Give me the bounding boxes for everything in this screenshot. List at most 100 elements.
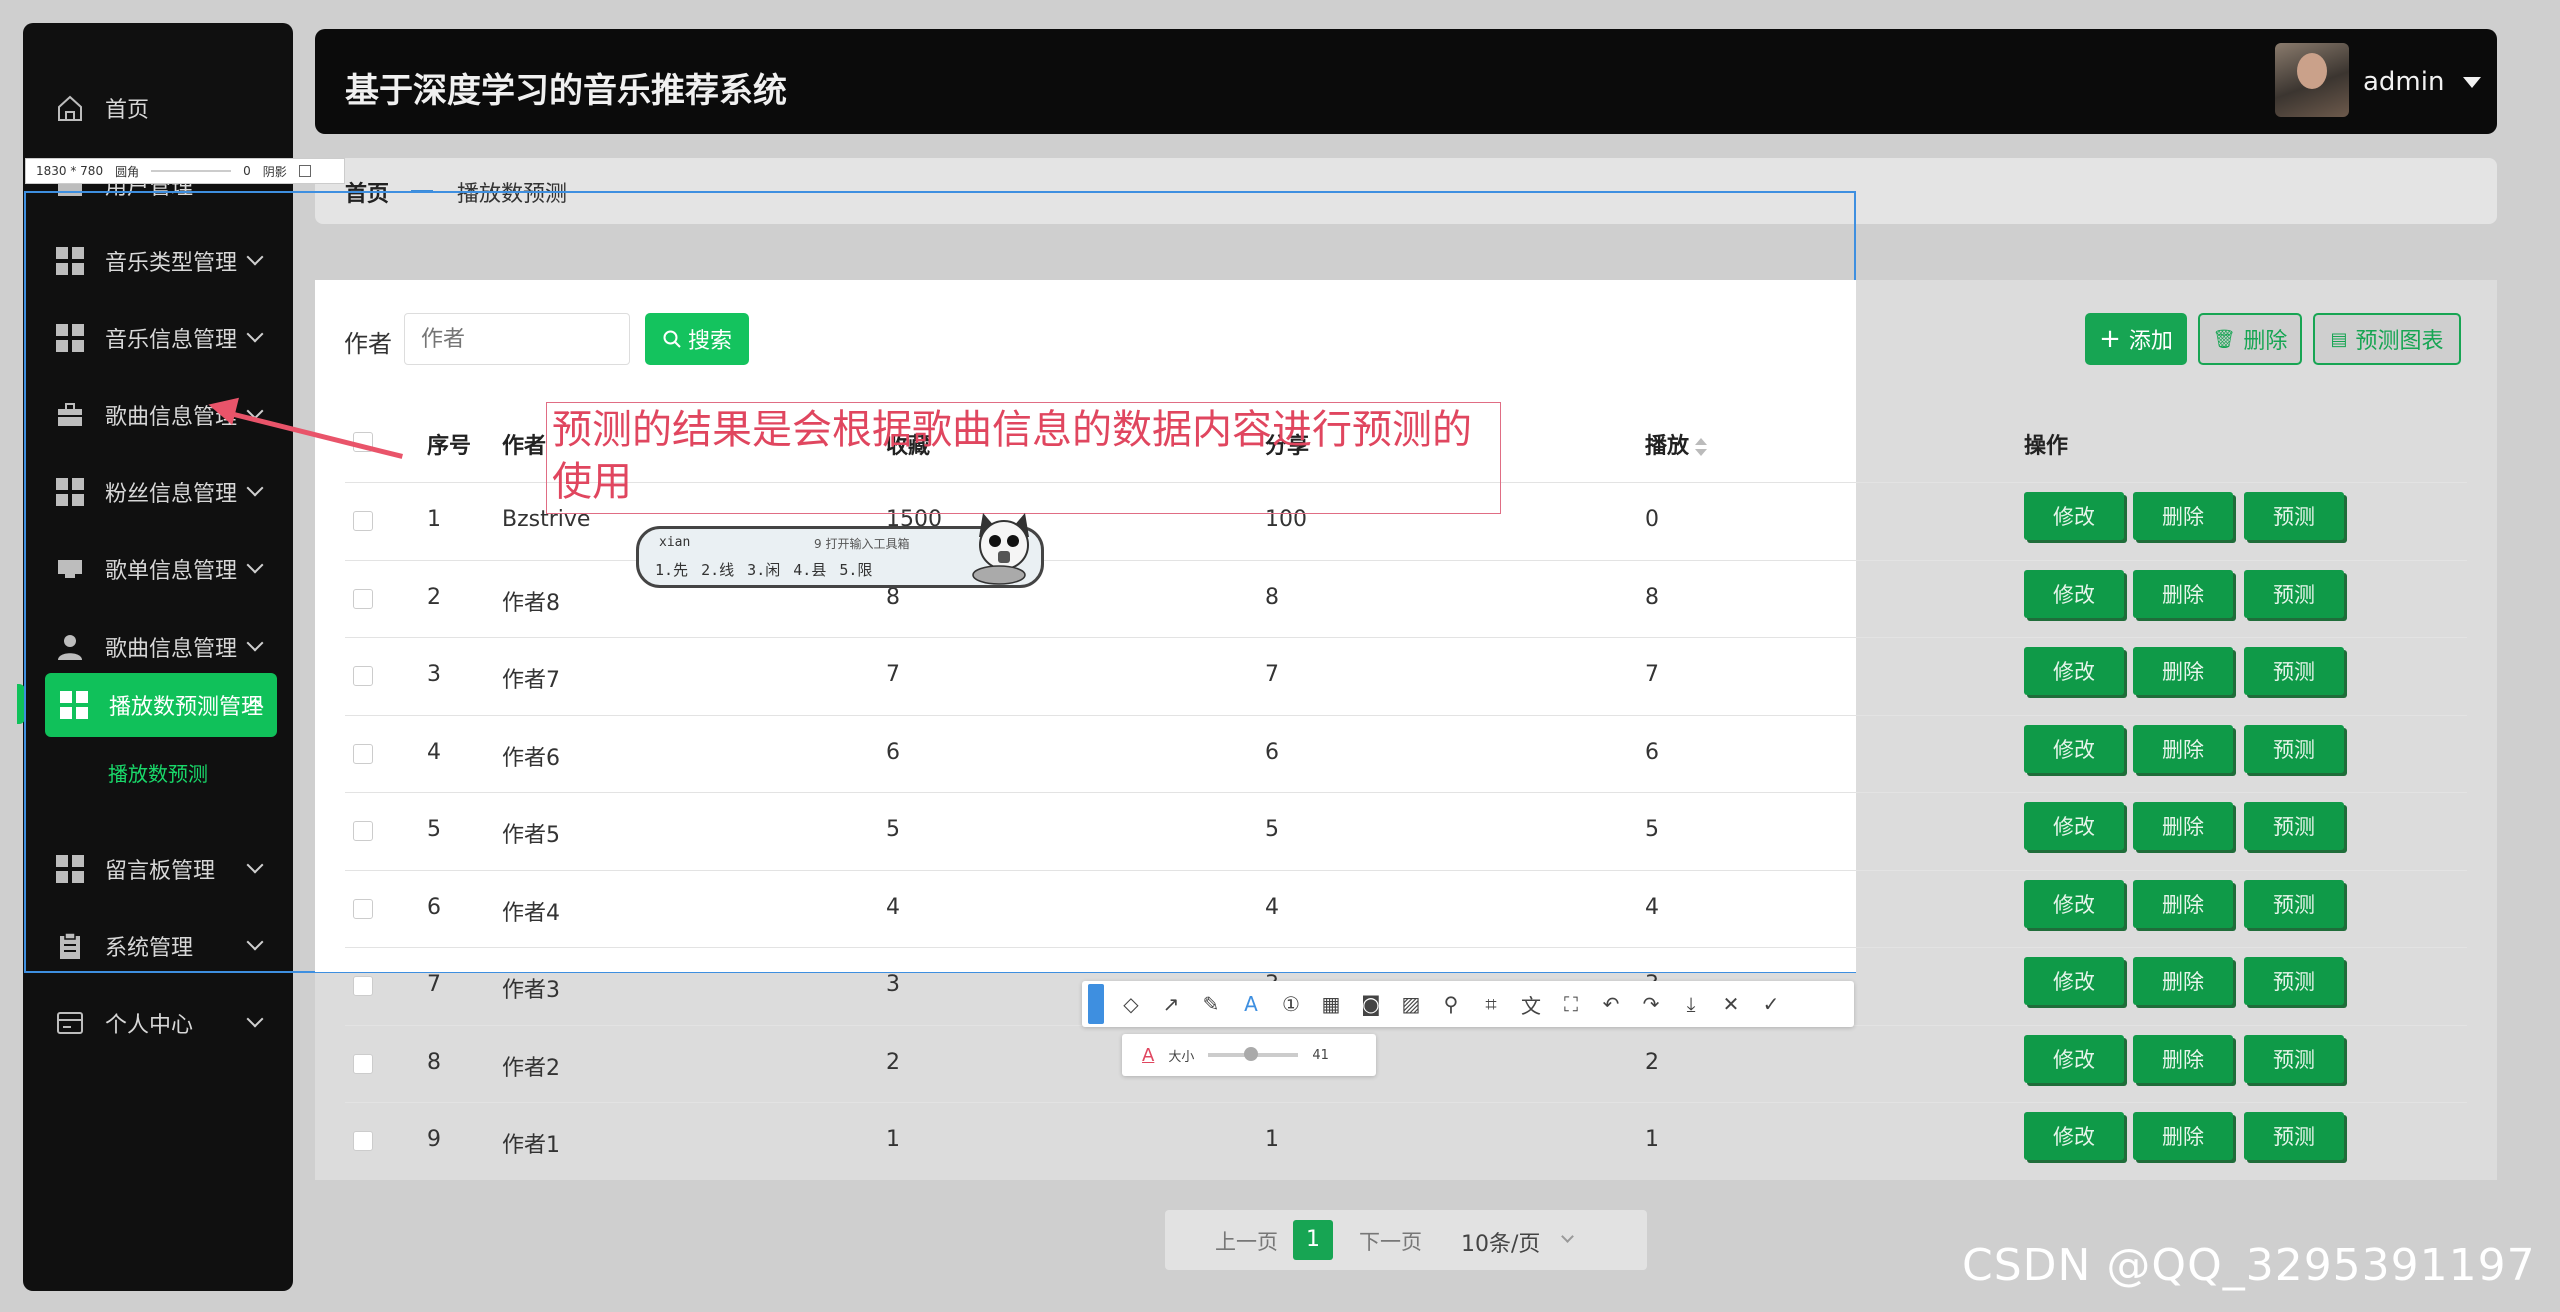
row-delete-button[interactable]: 删除 xyxy=(2133,724,2233,773)
font-size-slider[interactable] xyxy=(1208,1047,1299,1061)
blur-icon[interactable]: ◙ xyxy=(1358,992,1384,1016)
edit-button[interactable]: 修改 xyxy=(2024,957,2124,1005)
predict-button[interactable]: 预测 xyxy=(2244,879,2344,928)
row-delete-button[interactable]: 删除 xyxy=(2133,957,2233,1005)
row-checkbox[interactable] xyxy=(353,1053,373,1074)
row-delete-button[interactable]: 删除 xyxy=(2133,569,2233,618)
row-checkbox[interactable] xyxy=(353,588,373,609)
cell-author: 作者5 xyxy=(502,823,560,848)
row-checkbox[interactable] xyxy=(353,1131,373,1151)
cell-play: 1 xyxy=(1645,1127,1659,1152)
cell-collect: 3 xyxy=(886,972,900,997)
sort-icon[interactable] xyxy=(1695,437,1708,457)
radius-slider[interactable] xyxy=(151,170,232,172)
cell-collect: 8 xyxy=(886,584,900,610)
number-marker-icon[interactable]: ① xyxy=(1278,992,1304,1016)
author-search-input[interactable] xyxy=(404,313,630,365)
edit-button[interactable]: 修改 xyxy=(2024,492,2124,540)
header-ops: 操作 xyxy=(2024,434,2069,459)
capture-radius-value: 0 xyxy=(243,164,251,178)
edit-button[interactable]: 修改 xyxy=(2024,1112,2124,1160)
row-checkbox[interactable] xyxy=(353,511,373,531)
next-page-button[interactable]: 下一页 xyxy=(1359,1226,1422,1256)
cell-index: 6 xyxy=(427,894,441,920)
row-checkbox[interactable] xyxy=(353,743,373,764)
predict-button[interactable]: 预测 xyxy=(2244,569,2344,618)
search-button[interactable]: 搜索 xyxy=(645,313,749,365)
user-name[interactable]: admin xyxy=(2363,67,2444,97)
undo-icon[interactable]: ↶ xyxy=(1598,992,1624,1016)
chart-icon: ▤ xyxy=(2330,328,2348,350)
sidebar-item-label: 个人中心 xyxy=(105,1013,194,1038)
ime-candidate-window: xian 9 打开输入工具箱 1.先 2.线 3.闲 4.县 5.限 xyxy=(636,513,1044,588)
sidebar-item-profile[interactable]: 个人中心 xyxy=(23,991,293,1055)
sidebar-item-home[interactable]: 首页 xyxy=(23,76,293,140)
predict-button[interactable]: 预测 xyxy=(2244,492,2344,540)
caret-down-icon[interactable] xyxy=(2463,77,2481,88)
scan-icon[interactable]: ⛶ xyxy=(1558,992,1584,1016)
row-delete-button[interactable]: 删除 xyxy=(2133,647,2233,695)
capture-shadow-label: 阴影 xyxy=(262,164,287,179)
row-delete-button[interactable]: 删除 xyxy=(2133,879,2233,928)
capture-size-toolbar: 1830 * 780 圆角 0 阴影 xyxy=(25,158,345,184)
page-number-button[interactable]: 1 xyxy=(1293,1220,1333,1260)
cell-index: 9 xyxy=(427,1127,441,1152)
pin-icon[interactable]: ⚲ xyxy=(1438,992,1464,1016)
row-checkbox[interactable] xyxy=(353,821,373,841)
ocr-icon[interactable]: ⌗ xyxy=(1478,992,1504,1016)
row-delete-button[interactable]: 删除 xyxy=(2133,802,2233,850)
translate-icon[interactable]: 文 xyxy=(1518,990,1544,1019)
predict-button[interactable]: 预测 xyxy=(2244,647,2344,695)
edit-button[interactable]: 修改 xyxy=(2024,879,2124,928)
shadow-checkbox[interactable] xyxy=(298,165,311,177)
prev-page-button[interactable]: 上一页 xyxy=(1215,1226,1278,1256)
hatch-icon[interactable]: ▨ xyxy=(1398,992,1424,1016)
ime-candidates[interactable]: 1.先 2.线 3.闲 4.县 5.限 xyxy=(655,559,872,580)
header-play[interactable]: 播放 xyxy=(1645,428,1708,460)
cell-collect: 4 xyxy=(886,894,900,920)
shape-icon[interactable]: ◇ xyxy=(1118,992,1144,1016)
row-delete-button[interactable]: 删除 xyxy=(2133,492,2233,540)
predict-button[interactable]: 预测 xyxy=(2244,802,2344,850)
capture-radius-label: 圆角 xyxy=(115,164,140,179)
cell-share: 1 xyxy=(1265,1127,1279,1152)
confirm-icon[interactable]: ✓ xyxy=(1758,992,1784,1016)
mosaic-icon[interactable]: ▦ xyxy=(1318,992,1344,1016)
row-checkbox[interactable] xyxy=(353,666,373,686)
font-color-icon[interactable]: A xyxy=(1142,1045,1154,1066)
cell-play: 0 xyxy=(1645,507,1659,532)
row-checkbox[interactable] xyxy=(353,976,373,996)
header-author[interactable]: 作者 xyxy=(502,428,546,460)
edit-button[interactable]: 修改 xyxy=(2024,647,2124,695)
cell-play: 4 xyxy=(1645,894,1659,920)
chevron-down-icon xyxy=(246,1010,264,1028)
delete-button[interactable]: 🗑 删除 xyxy=(2198,313,2302,365)
add-button[interactable]: + 添加 xyxy=(2085,313,2187,365)
edit-button[interactable]: 修改 xyxy=(2024,1034,2124,1083)
cell-index: 5 xyxy=(427,817,441,842)
cell-author: 作者2 xyxy=(502,1055,560,1081)
cell-index: 1 xyxy=(427,507,441,532)
edit-button[interactable]: 修改 xyxy=(2024,724,2124,773)
prediction-chart-button[interactable]: ▤ 预测图表 xyxy=(2313,313,2461,365)
row-checkbox[interactable] xyxy=(353,898,373,919)
avatar[interactable] xyxy=(2275,43,2349,117)
edit-button[interactable]: 修改 xyxy=(2024,569,2124,618)
sidebar-item-label: 首页 xyxy=(105,98,150,123)
row-delete-button[interactable]: 删除 xyxy=(2133,1034,2233,1083)
text-tool-icon[interactable]: A xyxy=(1238,992,1264,1016)
predict-button[interactable]: 预测 xyxy=(2244,724,2344,773)
predict-button[interactable]: 预测 xyxy=(2244,1112,2344,1160)
cell-play: 8 xyxy=(1645,584,1659,610)
page-size-select[interactable]: 10条/页 xyxy=(1461,1226,1540,1258)
row-delete-button[interactable]: 删除 xyxy=(2133,1112,2233,1160)
trash-icon: 🗑 xyxy=(2212,328,2236,350)
predict-button[interactable]: 预测 xyxy=(2244,1034,2344,1083)
close-icon[interactable]: ✕ xyxy=(1718,992,1744,1016)
edit-button[interactable]: 修改 xyxy=(2024,802,2124,850)
redo-icon[interactable]: ↷ xyxy=(1638,992,1664,1016)
predict-button[interactable]: 预测 xyxy=(2244,957,2344,1005)
download-icon[interactable]: ⤓ xyxy=(1678,992,1704,1016)
arrow-tool-icon[interactable]: ↗ xyxy=(1158,992,1184,1016)
pen-icon[interactable]: ✎ xyxy=(1198,992,1224,1016)
